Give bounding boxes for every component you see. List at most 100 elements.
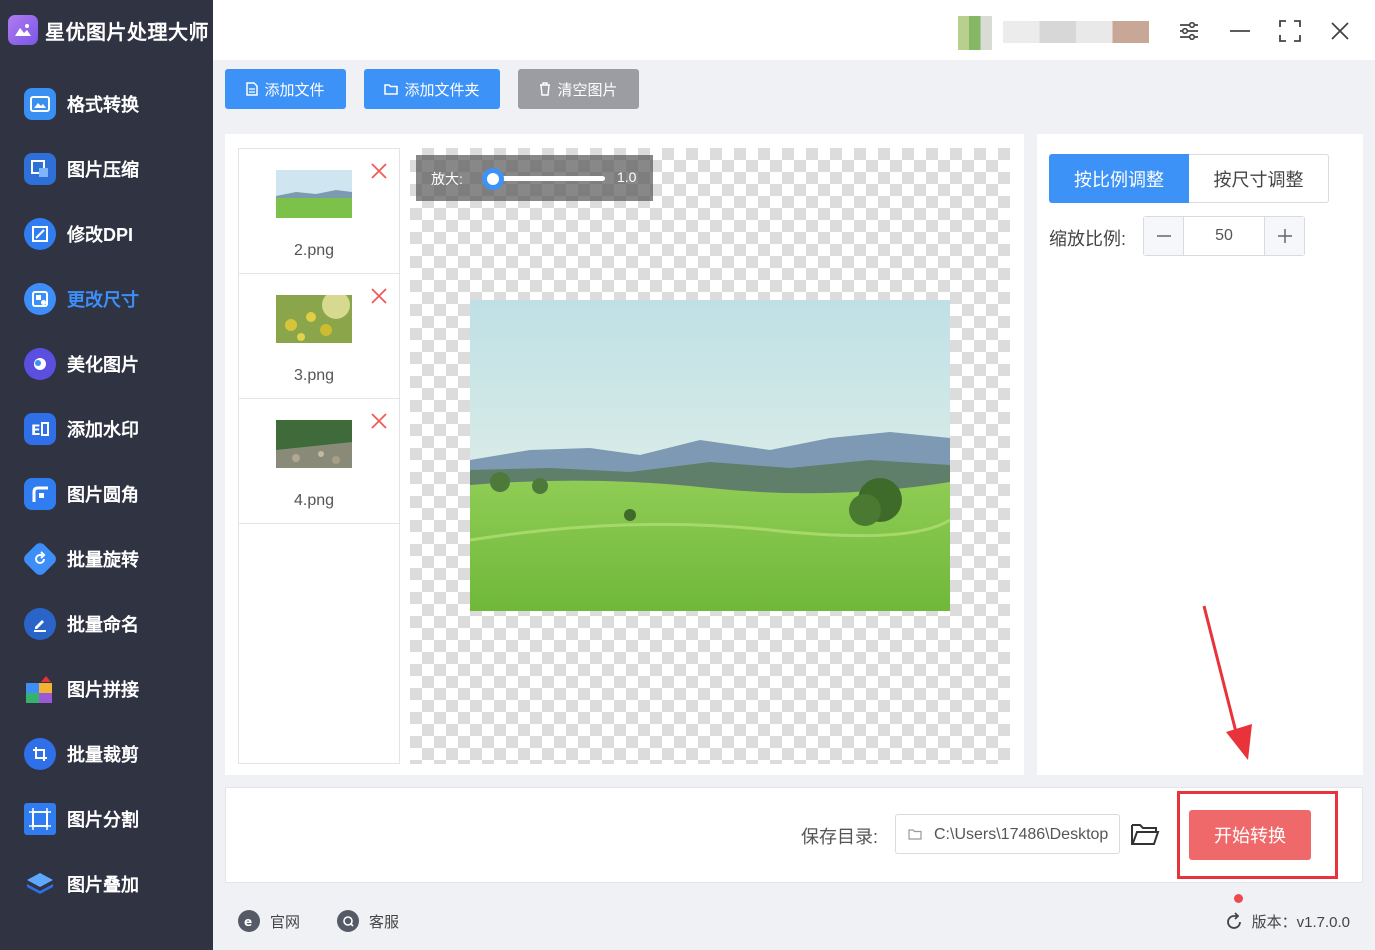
avatar[interactable] xyxy=(958,16,992,50)
image-compress-icon xyxy=(24,152,56,185)
file-name: 4.png xyxy=(293,492,335,509)
svg-text:E: E xyxy=(31,423,41,437)
website-label: 官网 xyxy=(270,913,301,931)
folder-small-icon xyxy=(908,829,922,840)
sidebar-item-label: 批量命名 xyxy=(67,614,139,635)
file-icon xyxy=(246,82,259,96)
thumbnail-3 xyxy=(276,295,352,343)
website-link[interactable]: e 官网 xyxy=(238,910,300,932)
sidebar-item-beautify[interactable]: 美化图片 xyxy=(0,331,213,396)
add-file-label: 添加文件 xyxy=(264,81,325,99)
support-label: 客服 xyxy=(369,913,400,931)
minimize-icon[interactable] xyxy=(1225,16,1255,46)
image-convert-icon xyxy=(24,87,56,120)
version-info[interactable]: 版本：v1.7.0.0 xyxy=(1224,911,1350,932)
sidebar-item-label: 图片压缩 xyxy=(67,159,139,180)
sidebar-item-format-convert[interactable]: 格式转换 xyxy=(0,71,213,136)
file-name: 3.png xyxy=(293,367,335,384)
settings-sliders-icon[interactable] xyxy=(1174,16,1204,46)
sidebar-item-label: 图片叠加 xyxy=(67,874,139,895)
rounded-corner-icon xyxy=(24,477,56,510)
clear-images-button[interactable]: 清空图片 xyxy=(518,69,639,109)
zoom-value: 1.0 xyxy=(617,169,637,185)
sidebar-item-label: 添加水印 xyxy=(67,419,139,440)
zoom-control: 放大: 1.0 xyxy=(416,155,653,201)
file-name: 2.png xyxy=(293,242,335,259)
sidebar-item-label: 格式转换 xyxy=(67,94,139,115)
puzzle-icon xyxy=(24,673,56,705)
sidebar-item-puzzle[interactable]: 图片拼接 xyxy=(0,656,213,721)
watermark-icon: E xyxy=(24,412,56,445)
list-item[interactable]: 2.png xyxy=(239,149,399,274)
rotate-icon xyxy=(21,540,59,577)
tab-scale-size[interactable]: 按尺寸调整 xyxy=(1189,154,1329,203)
tab-scale-ratio[interactable]: 按比例调整 xyxy=(1049,154,1189,203)
add-folder-button[interactable]: 添加文件夹 xyxy=(364,69,500,109)
layers-icon xyxy=(24,868,56,900)
remove-file-icon[interactable] xyxy=(370,287,388,305)
sidebar-item-compress[interactable]: 图片压缩 xyxy=(0,136,213,201)
sidebar-item-dpi[interactable]: 修改DPI xyxy=(0,201,213,266)
highlight-annotation xyxy=(1177,791,1338,879)
sidebar-item-label: 图片拼接 xyxy=(67,679,139,700)
sidebar-item-rename[interactable]: 批量命名 xyxy=(0,591,213,656)
brand: 星优图片处理大师 xyxy=(0,0,213,60)
sidebar-item-label: 图片圆角 xyxy=(67,484,139,505)
sidebar-item-rotate[interactable]: 批量旋转 xyxy=(0,526,213,591)
support-link[interactable]: 客服 xyxy=(337,910,399,932)
sidebar-item-crop[interactable]: 批量裁剪 xyxy=(0,721,213,786)
file-list: 2.png 3.png 4.png xyxy=(238,148,400,764)
sidebar-item-watermark[interactable]: E 添加水印 xyxy=(0,396,213,461)
save-dir-value: C:\Users\17486\Desktop xyxy=(934,826,1109,843)
update-badge xyxy=(1234,894,1243,903)
username-blurred xyxy=(1003,21,1149,43)
crop-icon xyxy=(24,737,56,770)
dpi-icon xyxy=(24,217,56,250)
website-icon: e xyxy=(238,910,260,932)
list-item[interactable]: 3.png xyxy=(239,274,399,399)
zoom-label: 放大: xyxy=(431,171,463,187)
sidebar-item-label: 美化图片 xyxy=(67,354,139,375)
sidebar-item-label: 更改尺寸 xyxy=(67,289,139,310)
scale-ratio-input[interactable] xyxy=(1184,217,1264,255)
remove-file-icon[interactable] xyxy=(370,162,388,180)
sidebar-item-label: 批量裁剪 xyxy=(67,744,139,765)
version-label: 版本：v1.7.0.0 xyxy=(1251,914,1350,931)
increment-button[interactable] xyxy=(1264,217,1304,255)
app-logo-icon xyxy=(8,15,38,45)
app-title: 星优图片处理大师 xyxy=(45,21,209,44)
beautify-icon xyxy=(24,347,56,380)
sidebar: 星优图片处理大师 格式转换 图片压缩 修改DPI 更改尺寸 美化图片 E 添加水… xyxy=(0,0,213,950)
footer: e 官网 客服 版本：v1.7.0.0 xyxy=(213,890,1375,950)
maximize-icon[interactable] xyxy=(1275,16,1305,46)
trash-icon xyxy=(540,82,551,96)
minus-icon xyxy=(1156,235,1171,237)
thumbnail-4 xyxy=(276,420,352,468)
save-dir-input[interactable]: C:\Users\17486\Desktop xyxy=(895,814,1120,854)
open-folder-icon[interactable] xyxy=(1129,818,1161,850)
sidebar-item-split[interactable]: 图片分割 xyxy=(0,786,213,851)
toolbar: 添加文件 添加文件夹 清空图片 xyxy=(213,60,1375,122)
svg-text:e: e xyxy=(244,915,252,927)
support-icon xyxy=(337,910,359,932)
resize-icon xyxy=(24,282,56,315)
sidebar-item-label: 图片分割 xyxy=(67,809,139,830)
decrement-button[interactable] xyxy=(1144,217,1184,255)
list-item[interactable]: 4.png xyxy=(239,399,399,524)
annotation-arrow xyxy=(1202,605,1252,760)
scale-ratio-stepper xyxy=(1143,216,1305,256)
remove-file-icon[interactable] xyxy=(370,412,388,430)
plus-icon xyxy=(1277,229,1292,243)
sidebar-item-resize[interactable]: 更改尺寸 xyxy=(0,266,213,331)
add-file-button[interactable]: 添加文件 xyxy=(225,69,346,109)
thumbnail-2 xyxy=(276,170,352,218)
split-icon xyxy=(24,802,56,835)
sidebar-item-label: 修改DPI xyxy=(67,224,134,245)
folder-icon xyxy=(384,84,399,95)
sidebar-item-rounded-corner[interactable]: 图片圆角 xyxy=(0,461,213,526)
zoom-slider-handle[interactable] xyxy=(482,168,504,190)
rename-icon xyxy=(24,607,56,640)
sidebar-item-overlay[interactable]: 图片叠加 xyxy=(0,851,213,916)
preview-image xyxy=(470,300,950,611)
close-icon[interactable] xyxy=(1325,16,1355,46)
